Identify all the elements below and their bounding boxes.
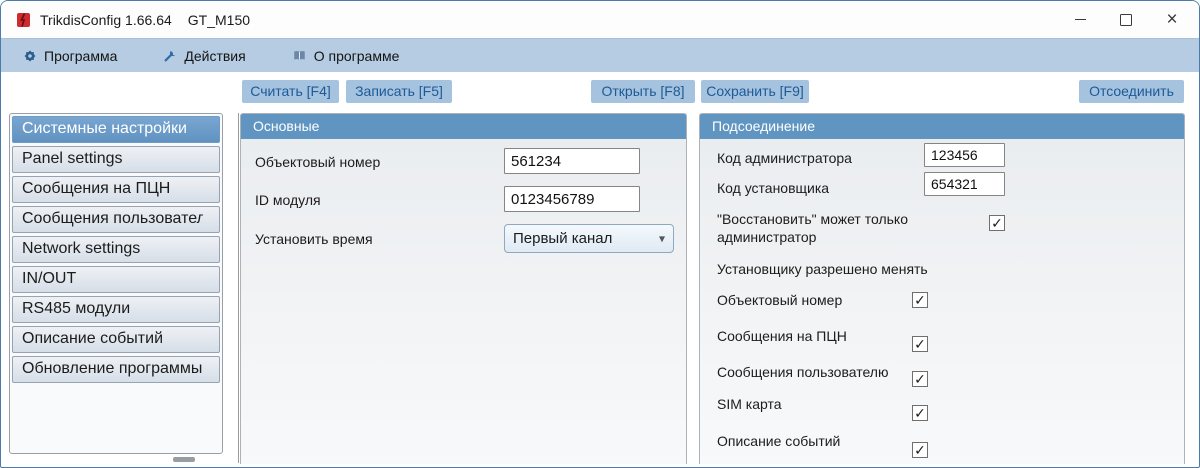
read-button[interactable]: Считать [F4] <box>242 80 339 103</box>
admin-code-input[interactable] <box>924 143 1005 167</box>
perm-object-number-checkbox[interactable]: ✓ <box>912 292 928 308</box>
perm-sim-card-checkbox[interactable]: ✓ <box>912 405 928 421</box>
module-id-input[interactable] <box>504 186 640 212</box>
restore-admin-only-label: "Восстановить" может только администрато… <box>717 211 908 245</box>
perm-event-descriptions-label: Описание событий <box>717 433 841 449</box>
minimize-button[interactable] <box>1057 3 1103 37</box>
window-title: TrikdisConfig 1.66.64 <box>40 11 172 28</box>
write-button[interactable]: Записать [F5] <box>346 80 452 103</box>
sidebar-item-rs485-modules[interactable]: RS485 модули <box>12 296 220 323</box>
admin-code-label: Код администратора <box>717 150 852 166</box>
perm-sim-card-label: SIM карта <box>717 396 782 412</box>
open-button[interactable]: Открыть [F8] <box>591 80 695 103</box>
sidebar-item-in-out[interactable]: IN/OUT <box>12 266 220 293</box>
sidebar: Системные настройки Panel settings Сообщ… <box>9 113 223 454</box>
object-number-label: Объектовый номер <box>255 154 381 170</box>
checkmark-icon: ✓ <box>914 335 926 352</box>
sidebar-item-cms-messages[interactable]: Сообщения на ПЦН <box>12 176 220 203</box>
perm-cms-messages-label: Сообщения на ПЦН <box>717 328 847 344</box>
set-time-dropdown[interactable]: Первый канал ▾ <box>504 224 674 253</box>
chevron-down-icon: ▾ <box>658 230 665 245</box>
trikdis-logo-icon <box>17 12 30 27</box>
menu-about-label: О программе <box>313 47 400 64</box>
main-panel-header: Основные <box>241 114 686 139</box>
menu-actions-label: Действия <box>184 47 246 64</box>
connection-panel-header: Подсоединение <box>700 114 1184 139</box>
menu-program[interactable]: Программа <box>23 48 117 64</box>
installer-code-input[interactable] <box>924 172 1005 196</box>
checkmark-icon: ✓ <box>914 370 926 387</box>
window-title-device: GT_M150 <box>187 11 251 28</box>
set-time-selected-value: Первый канал <box>513 230 613 247</box>
perm-event-descriptions-checkbox[interactable]: ✓ <box>912 442 928 458</box>
gear-icon <box>24 50 36 61</box>
disconnect-button[interactable]: Отсоединить <box>1079 80 1184 103</box>
set-time-label: Установить время <box>255 231 373 247</box>
close-button[interactable]: × <box>1149 3 1195 37</box>
perm-user-messages-checkbox[interactable]: ✓ <box>912 371 928 387</box>
app-window: TrikdisConfig 1.66.64 GT_M150 × Программ… <box>0 0 1200 468</box>
installer-code-label: Код установщика <box>717 180 830 196</box>
perm-user-messages-label: Сообщения пользователю <box>717 364 889 380</box>
checkmark-icon: ✓ <box>914 291 926 308</box>
sidebar-item-panel-settings[interactable]: Panel settings <box>12 146 220 173</box>
window-controls: × <box>1057 1 1195 38</box>
close-icon: × <box>1166 9 1178 30</box>
title-bar: TrikdisConfig 1.66.64 GT_M150 × <box>1 1 1199 38</box>
checkmark-icon: ✓ <box>914 441 926 458</box>
minimize-icon <box>1074 19 1086 20</box>
vertical-divider <box>238 113 239 463</box>
object-number-input[interactable] <box>504 148 640 174</box>
book-icon <box>293 50 305 60</box>
maximize-button[interactable] <box>1103 3 1149 37</box>
sidebar-item-system-settings[interactable]: Системные настройки <box>12 116 220 143</box>
save-button[interactable]: Сохранить [F9] <box>701 80 809 103</box>
perm-cms-messages-checkbox[interactable]: ✓ <box>912 336 928 352</box>
checkmark-icon: ✓ <box>991 214 1003 231</box>
wrench-icon <box>164 50 176 62</box>
checkmark-icon: ✓ <box>914 404 926 421</box>
module-id-label: ID модуля <box>255 192 321 208</box>
menu-about[interactable]: О программе <box>292 47 400 64</box>
maximize-icon <box>1120 13 1132 26</box>
restore-admin-only-checkbox[interactable]: ✓ <box>989 215 1005 231</box>
connection-panel: Подсоединение Код администратора Код уст… <box>699 113 1185 464</box>
sidebar-item-network-settings[interactable]: Network settings <box>12 236 220 263</box>
sidebar-item-firmware-update[interactable]: Обновление программы <box>12 356 220 383</box>
perm-object-number-label: Объектовый номер <box>717 292 843 308</box>
sidebar-item-event-descriptions[interactable]: Описание событий <box>12 326 220 353</box>
installer-allowed-label: Установщику разрешено менять <box>717 261 928 277</box>
menu-program-label: Программа <box>44 47 118 64</box>
menu-actions[interactable]: Действия <box>163 47 246 64</box>
main-panel: Основные Объектовый номер ID модуля Уста… <box>240 113 687 464</box>
menu-bar: Программа Действия О программе <box>1 38 1199 72</box>
resize-grip[interactable] <box>173 457 195 462</box>
sidebar-item-user-messages[interactable]: Сообщения пользователю <box>12 206 220 233</box>
